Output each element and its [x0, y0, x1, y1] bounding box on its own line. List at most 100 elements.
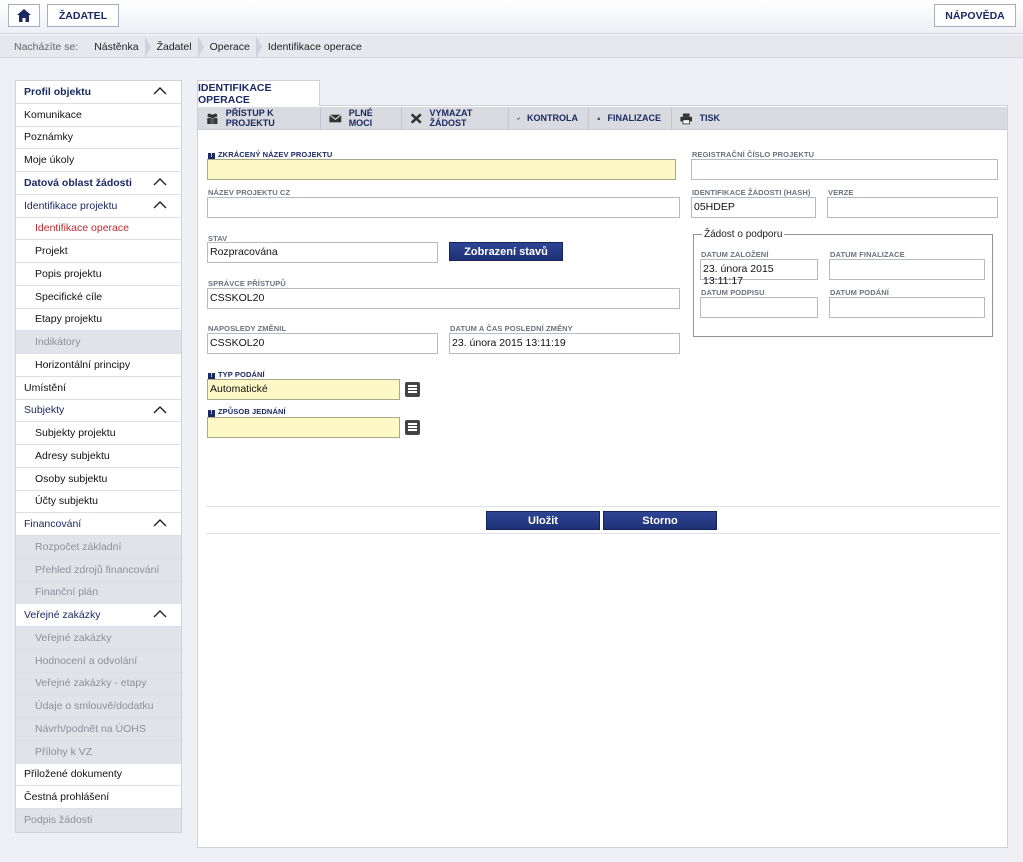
sidebar-item-label: Finanční plán [35, 586, 99, 599]
sidebar-item-label: Datová oblast žádosti [24, 176, 132, 189]
sidebar-item-label: Přiložené dokumenty [24, 768, 123, 781]
breadcrumb-item-zadatel[interactable]: Žadatel [149, 35, 204, 58]
sidebar-item-ucty-subjektu[interactable]: Účty subjektu [16, 491, 181, 514]
sidebar-item-label: Identifikace operace [35, 222, 129, 235]
finalizace-button[interactable]: FINALIZACE [589, 107, 672, 129]
delete-icon [410, 112, 422, 124]
sidebar-item-label: Osoby subjektu [35, 472, 108, 485]
zadatel-button[interactable]: ŽADATEL [47, 4, 119, 27]
sidebar-item-subjekty[interactable]: Subjekty [16, 400, 181, 423]
sidebar-item-label: Přehled zdrojů financování [35, 563, 160, 576]
lock-icon [597, 116, 600, 120]
sidebar-item-etapy-projektu[interactable]: Etapy projektu [16, 309, 181, 332]
kontrola-button[interactable]: KONTROLA [509, 107, 589, 129]
sidebar-item-popis-projektu[interactable]: Popis projektu [16, 263, 181, 286]
tisk-button[interactable]: TISK [672, 107, 730, 129]
main-panel: PŘÍSTUP K PROJEKTU PLNÉ MOCI VYMAZAT ŽÁD… [197, 105, 1008, 848]
sidebar-item-moje-ukoly[interactable]: Moje úkoly [16, 149, 181, 172]
sidebar-item-adresy-subjektu[interactable]: Adresy subjektu [16, 445, 181, 468]
sidebar-item-rozpocet-zakladni[interactable]: Rozpočet základní [16, 536, 181, 559]
sidebar-item-label: Horizontální principy [35, 358, 131, 371]
sidebar-item-verejne-zakazky[interactable]: Veřejné zakázky [16, 604, 181, 627]
sidebar-item-hodnoceni-a-odvolani[interactable]: Hodnocení a odvolání [16, 649, 181, 673]
breadcrumb-item-nastenka[interactable]: Nástěnka [86, 35, 151, 58]
sidebar-item-verejne-zakazky[interactable]: Veřejné zakázky [16, 627, 181, 650]
home-button[interactable] [8, 4, 40, 27]
datum-podani-field [829, 297, 985, 318]
sidebar: Profil objektu Komunikace Poznámky Moje úko… [15, 80, 182, 833]
check-icon [517, 116, 520, 120]
sidebar-item-cestna-prohlaseni[interactable]: Čestná prohlášení [16, 786, 181, 809]
sidebar-item-profil-objektu[interactable]: Profil objektu [16, 81, 181, 104]
reg-cislo-field [691, 159, 998, 180]
list-icon[interactable] [405, 382, 420, 397]
zobrazeni-stavu-button[interactable]: Zobrazení stavů [449, 242, 563, 261]
sidebar-item-komunikace[interactable]: Komunikace [16, 104, 181, 127]
sidebar-item-identifikace-projektu[interactable]: Identifikace projektu [16, 195, 181, 218]
zkraceny-nazev-input[interactable] [207, 159, 676, 180]
help-button[interactable]: NÁPOVĚDA [934, 4, 1016, 27]
stav-field: Rozpracována [207, 242, 438, 263]
sidebar-item-udaje-o-smlouve-dodatku[interactable]: Údaje o smlouvě/dodatku [16, 695, 181, 718]
sidebar-item-label: Přílohy k VZ [35, 745, 93, 758]
datum-zalozeni-label: DATUM ZALOŽENÍ [701, 250, 769, 259]
naposledy-zmenil-label: NAPOSLEDY ZMĚNIL [208, 324, 287, 333]
sidebar-item-label: Komunikace [24, 108, 82, 121]
list-icon[interactable] [405, 420, 420, 435]
typ-podani-select[interactable]: Automatické [207, 379, 400, 400]
sidebar-item-label: Rozpočet základní [35, 540, 122, 553]
sidebar-item-financovani[interactable]: Financování [16, 513, 181, 536]
sidebar-item-specificke-cile[interactable]: Specifické cíle [16, 286, 181, 309]
sidebar-item-datova-oblast-zadosti[interactable]: Datová oblast žádosti [16, 172, 181, 195]
sidebar-item-label: Veřejné zakázky [35, 631, 112, 644]
sidebar-item-navrh-podnet-na-uohs[interactable]: Návrh/podnět na ÚOHS [16, 718, 181, 741]
save-button[interactable]: Uložit [486, 511, 600, 530]
zpusob-jednani-select[interactable] [207, 417, 400, 438]
sidebar-item-financni-plan[interactable]: Finanční plán [16, 581, 181, 605]
breadcrumb-lead: Nacházíte se: [14, 40, 79, 53]
vymazat-zadost-button[interactable]: VYMAZAT ŽÁDOST [402, 107, 509, 129]
toolbar-label: PŘÍSTUP K PROJEKTU [225, 108, 275, 128]
sidebar-item-poznamky[interactable]: Poznámky [16, 127, 181, 150]
divider [206, 506, 1000, 507]
sidebar-item-osoby-subjektu[interactable]: Osoby subjektu [16, 468, 181, 491]
spravce-label: SPRÁVCE PŘÍSTUPŮ [208, 279, 286, 288]
sidebar-item-indikatory[interactable]: Indikátory [16, 331, 181, 354]
sidebar-item-podpis-zadosti[interactable]: Podpis žádosti [16, 809, 181, 832]
sidebar-item-identifikace-operace[interactable]: Identifikace operace [16, 218, 181, 241]
sidebar-item-label: Identifikace projektu [24, 199, 118, 212]
sidebar-item-label: Veřejné zakázky [24, 609, 101, 622]
chevron-up-icon[interactable] [153, 177, 167, 187]
sidebar-item-horizontalni-principy[interactable]: Horizontální principy [16, 354, 181, 377]
sidebar-item-label: Adresy subjektu [35, 449, 110, 462]
tab-identifikace-operace[interactable]: IDENTIFIKACE OPERACE [197, 80, 320, 106]
sidebar-item-verejne-zakazky-etapy[interactable]: Veřejné zakázky - etapy [16, 672, 181, 696]
sidebar-item-label: Moje úkoly [24, 154, 75, 167]
nazev-cz-input[interactable] [207, 197, 680, 218]
chevron-up-icon[interactable] [153, 86, 167, 96]
chevron-up-icon[interactable] [153, 200, 167, 210]
chevron-up-icon[interactable] [153, 405, 167, 415]
sidebar-item-label: Specifické cíle [35, 290, 103, 303]
sidebar-item-umisteni[interactable]: Umístění [16, 377, 181, 400]
chevron-up-icon[interactable] [153, 518, 167, 528]
breadcrumb-item-operace[interactable]: Operace [202, 35, 263, 58]
sidebar-item-prilohy-k-vz[interactable]: Přílohy k VZ [16, 740, 181, 764]
chevron-up-icon[interactable] [153, 609, 167, 619]
cancel-button[interactable]: Storno [603, 511, 717, 530]
datum-zalozeni-field: 23. února 2015 13:11:17 [700, 259, 818, 287]
sidebar-item-label: Návrh/podnět na ÚOHS [35, 722, 146, 735]
sidebar-item-label: Údaje o smlouvě/dodatku [35, 700, 154, 713]
sidebar-item-subjekty-projektu[interactable]: Subjekty projektu [16, 422, 181, 445]
plne-moci-button[interactable]: PLNÉ MOCI [321, 107, 402, 129]
divider [206, 533, 1000, 534]
sidebar-item-label: Profil objektu [24, 85, 92, 98]
sidebar-item-prehled-zdroju-financovani[interactable]: Přehled zdrojů financování [16, 558, 181, 582]
sidebar-item-label: Etapy projektu [35, 313, 103, 326]
sidebar-item-label: Hodnocení a odvolání [35, 654, 138, 667]
sidebar-item-projekt[interactable]: Projekt [16, 240, 181, 263]
sidebar-item-label: Projekt [35, 245, 68, 258]
sidebar-item-prilozene-dokumenty[interactable]: Přiložené dokumenty [16, 764, 181, 787]
pristup-k-projektu-button[interactable]: PŘÍSTUP K PROJEKTU [198, 107, 321, 129]
sidebar-item-label: Subjekty projektu [35, 427, 116, 440]
